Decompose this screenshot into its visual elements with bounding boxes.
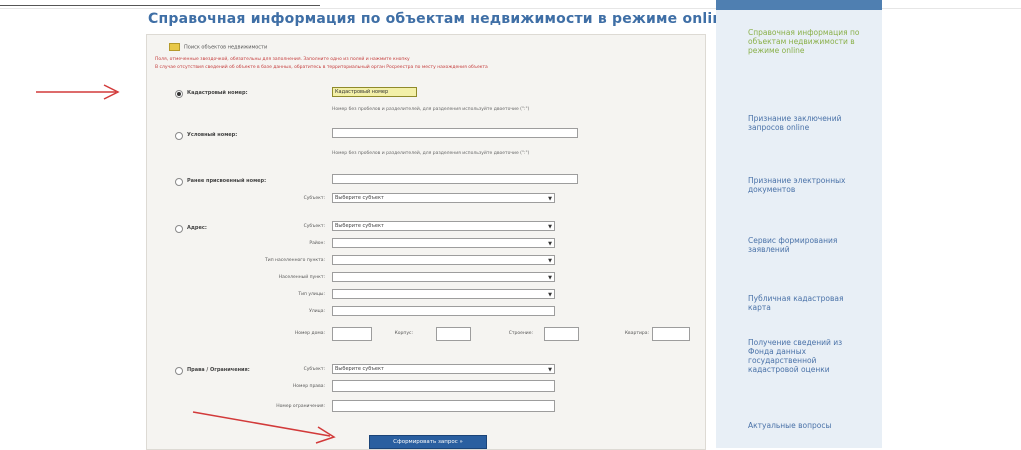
arrow-to-cadastral <box>36 84 120 100</box>
arrow-to-submit <box>192 411 336 444</box>
annotation-arrows <box>36 84 336 444</box>
